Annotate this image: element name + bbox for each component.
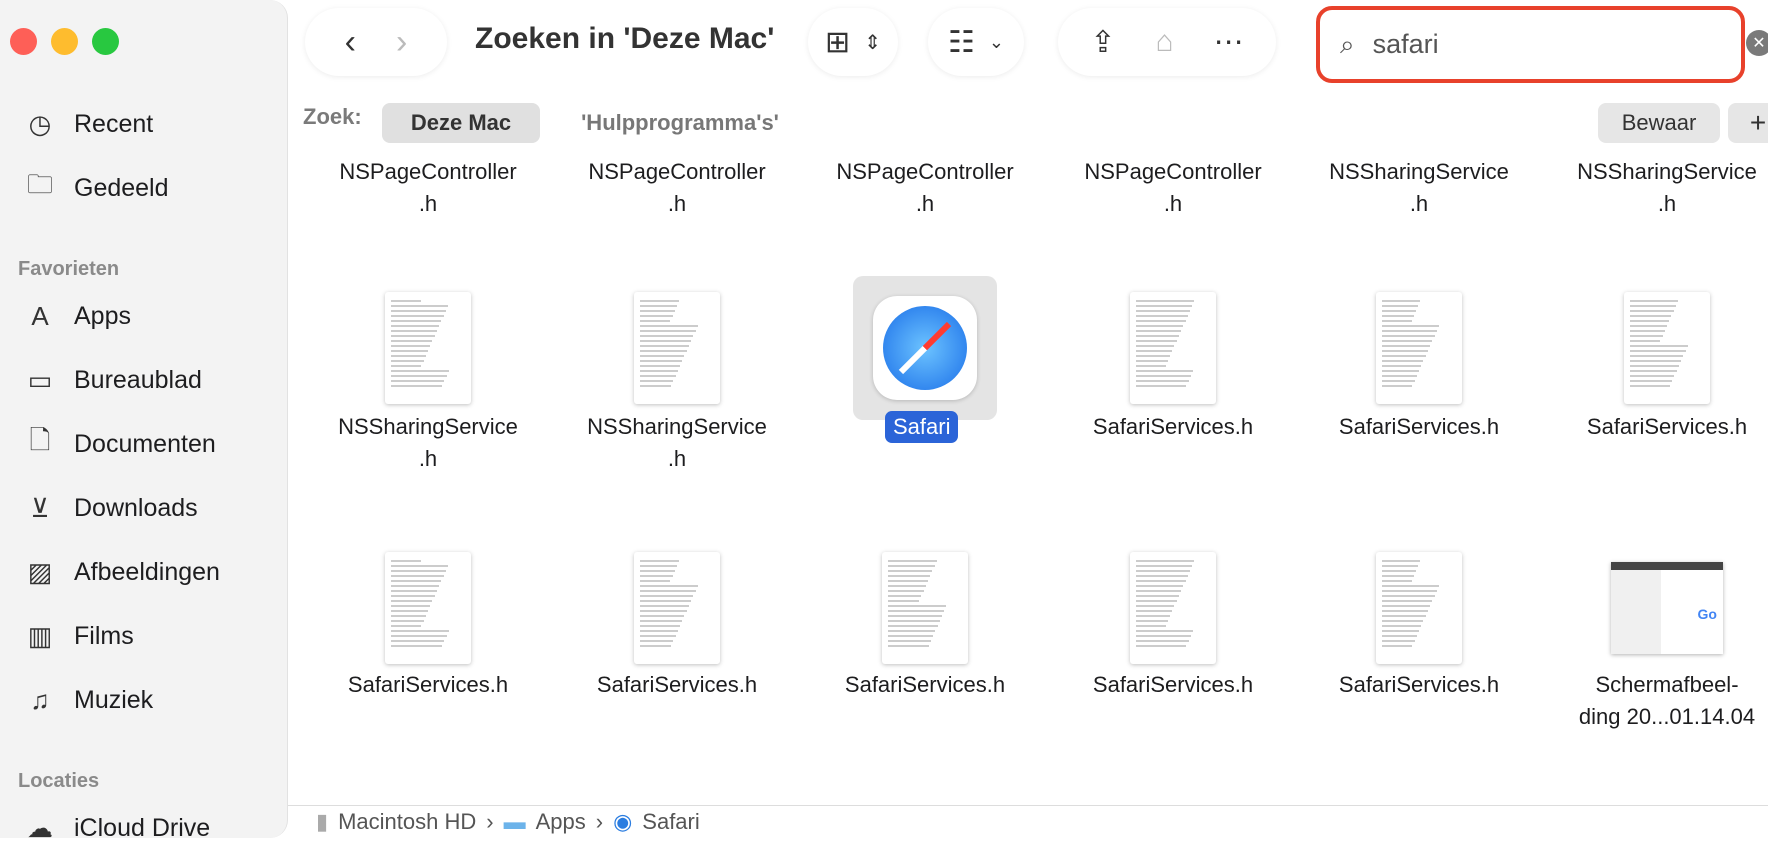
safari-app-icon[interactable] [873,296,977,400]
sidebar-item-downloads[interactable]: ⊻ Downloads [22,492,198,524]
sidebar: ◷ Recent 🗀 Gedeeld Favorieten A Apps ▭ Burea… [0,0,288,843]
document-thumbnail[interactable] [1130,552,1216,664]
file-name[interactable]: SafariServices.h [1547,411,1768,443]
favorites-header: Favorieten [18,258,120,280]
minimize-window-button[interactable] [51,28,78,55]
sidebar-item-movies[interactable]: ▥ Films [22,620,134,652]
document-thumbnail[interactable] [882,552,968,664]
path-item[interactable]: Safari [642,809,699,835]
more-icon[interactable]: ⋯ [1214,25,1244,60]
chevron-right-icon: › [486,809,494,834]
tag-icon[interactable]: ⌂ [1156,25,1174,59]
add-criteria-button[interactable]: + [1728,103,1768,143]
screenshot-thumbnail[interactable]: Go [1611,562,1723,654]
document-thumbnail[interactable] [1376,292,1462,404]
sidebar-item-label: Films [74,621,134,650]
sidebar-item-label: Apps [74,301,131,330]
scope-utilities[interactable]: 'Hulpprogramma's' [555,103,805,143]
cloud-icon: ☁ [27,812,53,843]
sidebar-item-apps[interactable]: A Apps [22,300,131,332]
window-title: Zoeken in 'Deze Mac' [475,22,775,55]
chevron-down-icon: ⌄ [988,31,1004,52]
file-name[interactable]: SafariServices.h [1299,669,1539,701]
save-search-button[interactable]: Bewaar [1598,103,1720,143]
group-icon: ☷ [948,25,975,59]
forward-button[interactable]: › [396,23,407,62]
locations-header: Locaties [18,770,100,792]
search-icon: ⌕ [1340,28,1355,59]
file-name[interactable]: NSPageController .h [1053,156,1293,220]
search-field[interactable]: ⌕ safari [1316,6,1745,83]
window-controls [10,28,119,55]
sidebar-item-pictures[interactable]: ▨ Afbeeldingen [22,556,220,588]
film-icon: ▥ [27,620,53,651]
document-thumbnail[interactable] [1376,552,1462,664]
file-name[interactable]: Schermafbeel- ding 20...01.14.04 [1547,669,1768,733]
grid-icon: ⊞ [825,25,851,59]
file-name[interactable]: NSPageController .h [805,156,1045,220]
sidebar-item-desktop[interactable]: ▭ Bureaublad [22,364,202,396]
view-mode-button[interactable]: ⊞ ⇕ [808,8,898,76]
group-button[interactable]: ☷ ⌄ [928,8,1024,76]
sidebar-item-label: Gedeeld [74,173,169,202]
file-name[interactable]: Safari [885,411,959,443]
safari-icon: ◉ [613,809,633,834]
back-button[interactable]: ‹ [345,23,356,62]
disk-icon: ▮ [316,809,329,834]
scope-label: Zoek: [303,104,362,129]
zoom-window-button[interactable] [92,28,119,55]
path-item[interactable]: Apps [536,809,586,835]
file-name[interactable]: SafariServices.h [1053,669,1293,701]
scope-this-mac[interactable]: Deze Mac [382,103,540,143]
apps-icon: A [31,300,49,331]
sidebar-item-documents[interactable]: 🗋 Documenten [22,425,216,460]
music-icon: ♫ [30,684,50,715]
document-thumbnail[interactable] [385,292,471,404]
close-window-button[interactable] [10,28,37,55]
file-name[interactable]: NSPageController .h [308,156,548,220]
photo-icon: ▨ [27,556,53,587]
folder-icon: ▬ [503,809,526,834]
file-name[interactable]: SafariServices.h [1053,411,1293,443]
file-name[interactable]: SafariServices.h [805,669,1045,701]
file-name[interactable]: NSPageController .h [557,156,797,220]
sidebar-item-label: iCloud Drive [74,813,211,842]
clear-search-button[interactable]: ✕ [1746,30,1768,56]
file-name[interactable]: NSSharingService .h [1547,156,1768,220]
download-icon: ⊻ [30,492,50,523]
sidebar-item-label: Afbeeldingen [74,557,220,586]
action-buttons: ⇪ ⌂ ⋯ [1058,8,1276,76]
document-thumbnail[interactable] [634,292,720,404]
document-thumbnail[interactable] [1624,292,1710,404]
file-name[interactable]: NSSharingService .h [308,411,548,475]
search-input[interactable]: safari [1373,29,1439,60]
nav-buttons: ‹ › [305,8,447,76]
path-bar: ▮ Macintosh HD › ▬ Apps › ◉ Safari [288,805,1768,838]
sidebar-item-label: Muziek [74,685,154,714]
share-icon[interactable]: ⇪ [1090,25,1115,60]
clock-icon: ◷ [28,108,52,139]
file-name[interactable]: SafariServices.h [1299,411,1539,443]
sidebar-item-recent[interactable]: ◷ Recent [22,108,154,140]
sidebar-item-icloud[interactable]: ☁ iCloud Drive [22,812,210,844]
document-thumbnail[interactable] [634,552,720,664]
shared-folder-icon: 🗀 [26,169,53,199]
file-name[interactable]: SafariServices.h [557,669,797,701]
chevron-right-icon: › [595,809,604,834]
desktop-icon: ▭ [27,364,53,395]
chevron-updown-icon: ⇕ [864,31,881,54]
file-name[interactable]: SafariServices.h [308,669,548,701]
sidebar-item-label: Documenten [74,429,216,458]
sidebar-item-music[interactable]: ♫ Muziek [22,684,153,716]
sidebar-item-label: Downloads [74,493,198,522]
path-item[interactable]: Macintosh HD [338,809,476,835]
document-icon: 🗋 [29,425,51,455]
document-thumbnail[interactable] [1130,292,1216,404]
sidebar-item-shared[interactable]: 🗀 Gedeeld [22,169,169,204]
document-thumbnail[interactable] [385,552,471,664]
file-name[interactable]: NSSharingService .h [1299,156,1539,220]
file-name[interactable]: NSSharingService .h [557,411,797,475]
sidebar-item-label: Recent [74,109,154,138]
sidebar-item-label: Bureaublad [74,365,202,394]
